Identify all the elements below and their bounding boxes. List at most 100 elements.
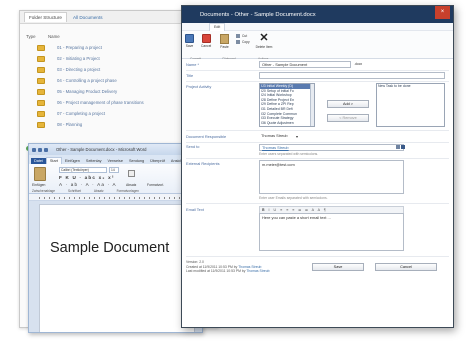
properties-form: Name * Other - Sample Document .docx Tit…: [182, 59, 453, 327]
screenshot-stage: Folder Structure All Documents Type Name…: [0, 0, 469, 343]
ribbon-paste-button[interactable]: Paste: [220, 34, 229, 49]
divider: [186, 70, 449, 71]
quick-access-toolbar: [32, 147, 48, 152]
cancel-icon: [201, 34, 211, 43]
word-title-bar: Other - Sample Document.docx - Microsoft…: [29, 144, 202, 155]
ribbon-cancel-button[interactable]: Cancel: [201, 34, 211, 48]
dialog-title-bar: Documents - Other - Sample Document.docx…: [182, 6, 453, 23]
email-text-field[interactable]: Here you can paste a short email text ..…: [259, 213, 404, 251]
styles-button-label[interactable]: Formatvorl.: [147, 183, 164, 187]
font-size-select[interactable]: 14: [109, 167, 119, 173]
ribbon-cancel-label: Cancel: [201, 44, 212, 48]
tab-folder-structure[interactable]: Folder Structure: [24, 12, 67, 22]
paste-icon: [220, 34, 229, 44]
ribbon-copy-button[interactable]: Copy: [236, 40, 250, 44]
created-text: Created at 11/9/2011 10:53 PM by: [186, 264, 238, 269]
folder-name[interactable]: 08 - Planning: [57, 122, 82, 127]
folder-name[interactable]: 04 - Controlling a project phase: [57, 78, 117, 83]
title-label: Title: [186, 73, 194, 78]
folder-name[interactable]: 05 - Managing Product Delivery: [57, 89, 117, 94]
undo-icon[interactable]: [38, 147, 42, 152]
folder-name[interactable]: 01 - Preparing a project: [57, 45, 102, 50]
send-to-help: Enter users separated with semicolons.: [259, 152, 319, 156]
redo-icon[interactable]: [44, 147, 48, 152]
paragraph-button-label[interactable]: Absatz: [126, 183, 136, 187]
external-recipients-help: Enter user Emails separated with semicol…: [259, 196, 328, 200]
edit-properties-dialog: Documents - Other - Sample Document.docx…: [181, 5, 454, 328]
send-to-label: Send to: [186, 144, 200, 149]
email-text-value: Here you can paste a short email text ..…: [262, 215, 331, 220]
folder-icon: [37, 88, 45, 95]
paste-label[interactable]: Einfügen: [32, 183, 45, 187]
column-header-name[interactable]: Name: [48, 34, 60, 39]
word-ribbon-tabs: Datei Start Einfügen Seitenlay Verweise …: [29, 155, 202, 164]
word-page[interactable]: Sample Document: [39, 204, 195, 332]
folder-icon: [37, 44, 45, 51]
ribbon-delete-button[interactable]: ✕ Delete Item: [255, 32, 273, 50]
save-icon: [185, 34, 194, 43]
check-names-icon[interactable]: [396, 145, 400, 149]
document-heading[interactable]: Sample Document: [50, 240, 169, 256]
divider: [186, 142, 449, 143]
rich-text-toolbar[interactable]: 𝐁 I U ≡ ≡ ≡ ☰ ☰ A A ¶: [259, 206, 404, 213]
activity-available-list[interactable]: IJ3 Initial Weekly (D) I20 Setup of init…: [259, 83, 315, 127]
name-field[interactable]: Other - Sample Document: [259, 61, 351, 68]
external-recipients-value: m.meier@test.com: [262, 162, 295, 167]
chevron-down-icon[interactable]: ▾: [296, 134, 298, 139]
remove-button[interactable]: < Remove: [327, 114, 369, 122]
folder-icon: [37, 55, 45, 62]
ribbon-paste-label: Paste: [220, 45, 229, 49]
name-extension: .docx: [354, 62, 363, 66]
list-scrollbar[interactable]: [310, 84, 314, 126]
word-ruler[interactable]: [29, 194, 202, 201]
dialog-ribbon-tabs: Edit: [182, 23, 453, 31]
modified-text: Last modified at 11/9/2011 10:53 PM by: [186, 269, 246, 273]
folder-icon: [37, 110, 45, 117]
list-item[interactable]: New Task to be done: [377, 84, 444, 89]
divider: [186, 130, 449, 131]
word-document-area: Sample Document: [29, 201, 202, 332]
paste-icon[interactable]: [34, 167, 46, 181]
format-buttons-row1[interactable]: F K U · abc x₂ x²: [59, 175, 115, 180]
folder-name[interactable]: 03 - Directing a project: [57, 67, 100, 72]
folder-name[interactable]: 06 - Project management of phase transit…: [57, 100, 144, 105]
tab-all-documents[interactable]: All Documents: [69, 13, 107, 22]
save-button[interactable]: Save: [312, 263, 364, 271]
paragraph-icon[interactable]: [128, 170, 135, 177]
activity-selected-list[interactable]: New Task to be done: [376, 83, 445, 127]
external-recipients-label: External Recipients: [186, 161, 220, 166]
tab-start[interactable]: Start: [45, 157, 62, 164]
column-header-type[interactable]: Type: [26, 34, 48, 39]
responsible-label: Document Responsible: [186, 134, 227, 139]
browse-icon[interactable]: [401, 145, 405, 149]
folder-name[interactable]: 07 - Completing a project: [57, 111, 105, 116]
list-item[interactable]: I36 Quote Adjustmen: [260, 121, 314, 126]
folder-icon: [37, 121, 45, 128]
modified-by-link[interactable]: Thomas Streub: [246, 269, 269, 273]
add-button[interactable]: Add >: [327, 100, 369, 108]
delete-icon: ✕: [259, 32, 269, 44]
folder-name[interactable]: 02 - Initiating a Project: [57, 56, 100, 61]
send-to-field[interactable]: Thomas Streub: [259, 144, 404, 151]
external-recipients-field[interactable]: m.meier@test.com: [259, 160, 404, 194]
cancel-button[interactable]: Cancel: [375, 263, 437, 271]
name-label: Name *: [186, 62, 199, 67]
format-buttons-row2[interactable]: A · ab · A · Aa · A: [59, 182, 117, 187]
cut-icon: [236, 34, 240, 38]
divider: [186, 158, 449, 159]
ribbon-cut-label: Cut: [242, 34, 248, 38]
version-info: Version: 2.0 Created at 11/9/2011 10:53 …: [186, 260, 270, 274]
dialog-ribbon: Save Cancel Paste Cut Copy ✕ Delete Item…: [182, 31, 453, 61]
word-window: Other - Sample Document.docx - Microsoft…: [28, 143, 203, 333]
divider: [186, 81, 449, 82]
close-button[interactable]: ×: [435, 6, 450, 19]
ribbon-save-button[interactable]: Save: [185, 34, 194, 48]
created-by-link[interactable]: Thomas Streub: [238, 265, 261, 269]
save-icon[interactable]: [32, 147, 36, 152]
ribbon-cut-button[interactable]: Cut: [236, 34, 247, 38]
font-name-select[interactable]: Calibri (Textkörper): [59, 167, 107, 173]
title-field[interactable]: [259, 72, 445, 79]
ribbon-delete-label: Delete Item: [255, 45, 273, 49]
tab-edit[interactable]: Edit: [209, 23, 226, 31]
folder-icon: [37, 66, 45, 73]
